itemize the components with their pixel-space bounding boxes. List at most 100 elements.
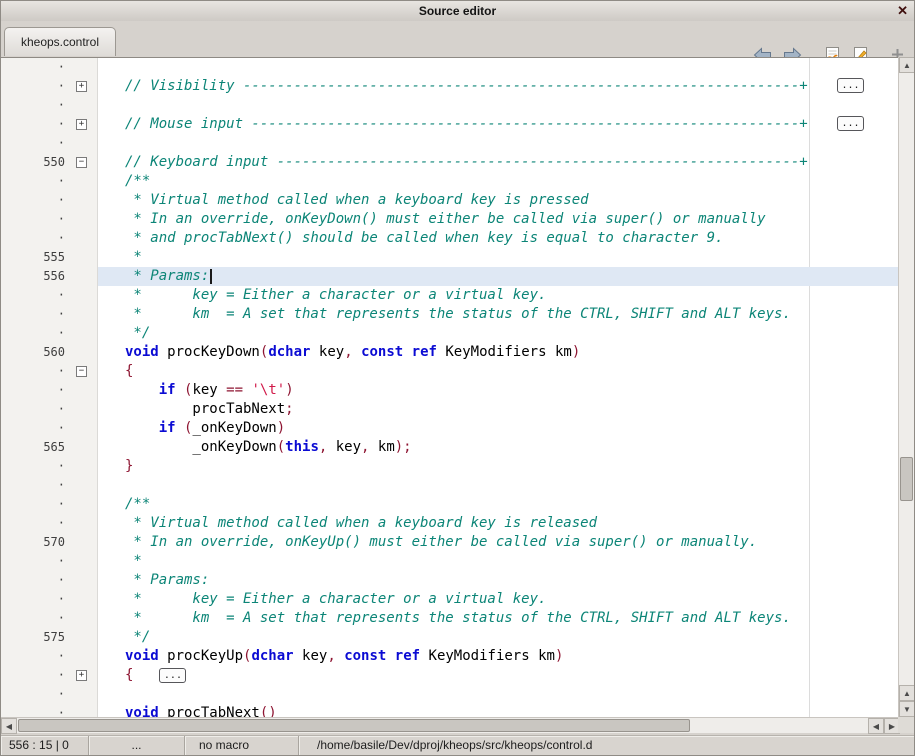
fold-column: +	[69, 77, 98, 96]
code-line[interactable]: · procTabNext;	[1, 400, 900, 419]
close-button[interactable]: ✕	[897, 1, 908, 21]
code-line[interactable]: ·	[1, 685, 900, 704]
fold-column	[69, 400, 98, 419]
code-line[interactable]: 565 _onKeyDown(this, key, km);	[1, 438, 900, 457]
code-line[interactable]: · * Virtual method called when a keyboar…	[1, 191, 900, 210]
fold-column: +	[69, 115, 98, 134]
fold-column	[69, 343, 98, 362]
scroll-up-button[interactable]: ▲	[899, 57, 915, 73]
fold-column	[69, 286, 98, 305]
code-line[interactable]: · * km = A set that represents the statu…	[1, 609, 900, 628]
fold-column	[69, 324, 98, 343]
code-line[interactable]: · if (_onKeyDown)	[1, 419, 900, 438]
code-line[interactable]: · * km = A set that represents the statu…	[1, 305, 900, 324]
code-line[interactable]: ·	[1, 476, 900, 495]
code-text: * and procTabNext() should be called whe…	[98, 229, 900, 248]
code-text: * km = A set that represents the status …	[98, 305, 900, 324]
fold-column	[69, 191, 98, 210]
code-line[interactable]: · * Virtual method called when a keyboar…	[1, 514, 900, 533]
status-bar: 556 : 15 | 0 ... no macro /home/basile/D…	[1, 735, 914, 755]
line-dot: ·	[1, 96, 69, 115]
line-dot: ·	[1, 191, 69, 210]
code-text: // Visibility --------------------------…	[98, 77, 900, 96]
code-line[interactable]: ·	[1, 58, 900, 77]
code-text: * key = Either a character or a virtual …	[98, 286, 900, 305]
line-dot: ·	[1, 324, 69, 343]
code-line[interactable]: ·	[1, 134, 900, 153]
code-line[interactable]: · * In an override, onKeyDown() must eit…	[1, 210, 900, 229]
code-line[interactable]: ·void procKeyUp(dchar key, const ref Key…	[1, 647, 900, 666]
code-line[interactable]: ·+// Mouse input -----------------------…	[1, 115, 900, 134]
code-line[interactable]: · * and procTabNext() should be called w…	[1, 229, 900, 248]
folded-code-box[interactable]: ...	[837, 78, 864, 93]
fold-column	[69, 685, 98, 704]
scroll-left-button-right[interactable]: ◀	[868, 718, 884, 734]
line-dot: ·	[1, 58, 69, 77]
code-text: _onKeyDown(this, key, km);	[98, 438, 900, 457]
fold-column	[69, 58, 98, 77]
line-dot: ·	[1, 419, 69, 438]
fold-toggle-icon[interactable]: −	[76, 366, 87, 377]
fold-column	[69, 305, 98, 324]
code-line[interactable]: · * key = Either a character or a virtua…	[1, 286, 900, 305]
fold-column	[69, 457, 98, 476]
code-text: * Virtual method called when a keyboard …	[98, 514, 900, 533]
code-text: * key = Either a character or a virtual …	[98, 590, 900, 609]
fold-column	[69, 419, 98, 438]
fold-column	[69, 514, 98, 533]
folded-code-box[interactable]: ...	[837, 116, 864, 131]
titlebar[interactable]: Source editor ✕	[1, 1, 914, 22]
code-line[interactable]: 555 *	[1, 248, 900, 267]
fold-column	[69, 495, 98, 514]
scroll-down-button[interactable]: ▼	[899, 701, 915, 717]
folded-code-box[interactable]: ...	[159, 668, 186, 683]
line-number: 550	[1, 153, 69, 172]
tab-kheops-control[interactable]: kheops.control	[4, 27, 116, 56]
code-line[interactable]: ·}	[1, 457, 900, 476]
code-line[interactable]: · */	[1, 324, 900, 343]
horizontal-scroll-thumb[interactable]	[18, 719, 690, 732]
code-line[interactable]: · * key = Either a character or a virtua…	[1, 590, 900, 609]
code-line[interactable]: 570 * In an override, onKeyUp() must eit…	[1, 533, 900, 552]
code-text	[98, 58, 900, 77]
code-line[interactable]: 556 * Params:	[1, 267, 900, 286]
code-line[interactable]: · if (key == '\t')	[1, 381, 900, 400]
fold-column	[69, 438, 98, 457]
scroll-left-button[interactable]: ◀	[1, 718, 17, 734]
fold-toggle-icon[interactable]: +	[76, 670, 87, 681]
code-line[interactable]: ·−{	[1, 362, 900, 381]
fold-toggle-icon[interactable]: −	[76, 157, 87, 168]
line-dot: ·	[1, 362, 69, 381]
code-line[interactable]: ·/**	[1, 172, 900, 191]
fold-toggle-icon[interactable]: +	[76, 81, 87, 92]
code-line[interactable]: · *	[1, 552, 900, 571]
line-dot: ·	[1, 571, 69, 590]
fold-column	[69, 628, 98, 647]
scroll-up-button-bottom[interactable]: ▲	[899, 685, 915, 701]
fold-toggle-icon[interactable]: +	[76, 119, 87, 130]
vertical-scrollbar[interactable]: ▲ ▲ ▼	[898, 57, 914, 717]
code-line[interactable]: ·void procTabNext()	[1, 704, 900, 717]
code-lines: ··+// Visibility -----------------------…	[1, 58, 900, 717]
code-line[interactable]: ·	[1, 96, 900, 115]
fold-column	[69, 609, 98, 628]
code-editor[interactable]: ··+// Visibility -----------------------…	[1, 57, 900, 717]
code-line[interactable]: 550−// Keyboard input ------------------…	[1, 153, 900, 172]
code-line[interactable]: ·+// Visibility ------------------------…	[1, 77, 900, 96]
horizontal-scrollbar[interactable]: ◀ ◀ ▶	[1, 717, 900, 733]
code-line[interactable]: 575 */	[1, 628, 900, 647]
code-text: void procKeyUp(dchar key, const ref KeyM…	[98, 647, 900, 666]
up-arrow-icon: ▲	[903, 689, 911, 698]
code-text: void procTabNext()	[98, 704, 900, 717]
code-line[interactable]: ·+{...	[1, 666, 900, 685]
code-line[interactable]: 560void procKeyDown(dchar key, const ref…	[1, 343, 900, 362]
fold-column	[69, 533, 98, 552]
line-dot: ·	[1, 609, 69, 628]
code-text: *	[98, 552, 900, 571]
tab-bar: kheops.control	[1, 21, 914, 58]
vertical-scroll-thumb[interactable]	[900, 457, 913, 501]
code-text: * Params:	[98, 267, 900, 286]
code-line[interactable]: · * Params:	[1, 571, 900, 590]
code-line[interactable]: ·/**	[1, 495, 900, 514]
fold-column	[69, 134, 98, 153]
